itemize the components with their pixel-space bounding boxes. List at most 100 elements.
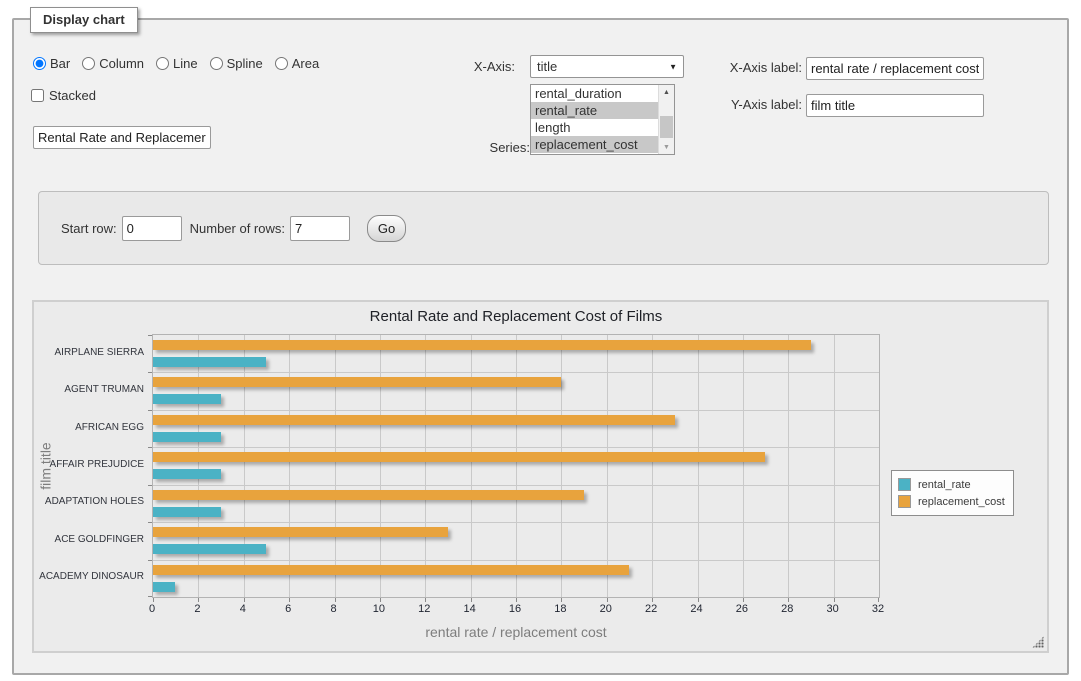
tick-mark-x-26 xyxy=(743,598,744,602)
scroll-up-icon[interactable]: ▲ xyxy=(659,85,674,99)
series-scrollbar[interactable]: ▲ ▼ xyxy=(658,85,674,154)
chart-type-text-bar: Bar xyxy=(50,56,70,71)
tick-mark-x-28 xyxy=(788,598,789,602)
series-option-rental_rate[interactable]: rental_rate xyxy=(531,102,659,119)
gridline-x-14 xyxy=(471,335,472,597)
category-label-0: AIRPLANE SIERRA xyxy=(34,347,144,358)
gridline-x-16 xyxy=(516,335,517,597)
tick-mark-x-4 xyxy=(244,598,245,602)
chart-type-option-area: Area xyxy=(275,56,319,71)
series-listbox[interactable]: rental_durationrental_ratelengthreplacem… xyxy=(530,84,675,155)
tick-mark-x-20 xyxy=(607,598,608,602)
fieldset-legend: Display chart xyxy=(30,7,138,33)
x-tick-label-30: 30 xyxy=(813,603,853,615)
x-tick-label-4: 4 xyxy=(223,603,263,615)
x-axis-select-label: X-Axis: xyxy=(459,59,515,74)
chart-type-text-line: Line xyxy=(173,56,198,71)
series-label: Series: xyxy=(444,140,530,155)
stacked-label: Stacked xyxy=(49,88,96,103)
category-label-3: AFFAIR PREJUDICE xyxy=(34,459,144,470)
gridline-x-30 xyxy=(834,335,835,597)
tick-mark-x-12 xyxy=(425,598,426,602)
chart-panel: Rental Rate and Replacement Cost of Film… xyxy=(32,300,1049,653)
gridline-x-22 xyxy=(652,335,653,597)
go-button[interactable]: Go xyxy=(367,215,406,242)
x-tick-label-0: 0 xyxy=(132,603,172,615)
chart-type-radio-bar[interactable] xyxy=(33,57,46,70)
series-option-rental_duration[interactable]: rental_duration xyxy=(531,85,659,102)
gridline-y-5 xyxy=(153,522,879,523)
x-axis-label-input[interactable] xyxy=(806,57,984,80)
page: Display chart BarColumnLineSplineArea St… xyxy=(0,0,1081,681)
chart-type-text-column: Column xyxy=(99,56,144,71)
bar-rental_rate-adaptation-holes xyxy=(153,507,221,517)
tick-mark-x-22 xyxy=(652,598,653,602)
gridline-y-6 xyxy=(153,560,879,561)
gridline-y-2 xyxy=(153,410,879,411)
start-row-input[interactable] xyxy=(122,216,182,241)
stacked-checkbox[interactable] xyxy=(31,89,44,102)
bar-replacement_cost-adaptation-holes xyxy=(153,490,584,500)
chart-type-text-area: Area xyxy=(292,56,319,71)
tick-mark-x-14 xyxy=(471,598,472,602)
scroll-down-icon[interactable]: ▼ xyxy=(659,140,674,154)
x-tick-label-8: 8 xyxy=(314,603,354,615)
row-range-panel: Start row: Number of rows: Go xyxy=(38,191,1049,265)
y-axis-label-label: Y-Axis label: xyxy=(714,97,802,112)
tick-mark-y-0 xyxy=(148,335,152,336)
tick-mark-x-8 xyxy=(335,598,336,602)
tick-mark-x-18 xyxy=(561,598,562,602)
bar-rental_rate-agent-truman xyxy=(153,394,221,404)
chart-title-input[interactable] xyxy=(33,126,211,149)
x-tick-label-28: 28 xyxy=(767,603,807,615)
chart-type-option-line: Line xyxy=(156,56,198,71)
number-of-rows-label: Number of rows: xyxy=(190,221,285,236)
x-tick-label-18: 18 xyxy=(540,603,580,615)
y-axis-label-input[interactable] xyxy=(806,94,984,117)
tick-mark-x-0 xyxy=(153,598,154,602)
chart-type-option-column: Column xyxy=(82,56,144,71)
legend-label-rental_rate: rental_rate xyxy=(918,479,971,491)
bar-replacement_cost-affair-prejudice xyxy=(153,452,765,462)
bar-rental_rate-airplane-sierra xyxy=(153,357,266,367)
x-tick-label-26: 26 xyxy=(722,603,762,615)
bar-replacement_cost-african-egg xyxy=(153,415,675,425)
stacked-row: Stacked xyxy=(31,88,96,103)
x-tick-label-22: 22 xyxy=(631,603,671,615)
bar-rental_rate-ace-goldfinger xyxy=(153,544,266,554)
chart-type-radio-line[interactable] xyxy=(156,57,169,70)
start-row-label: Start row: xyxy=(61,221,117,236)
x-tick-label-2: 2 xyxy=(177,603,217,615)
chart-type-radio-spline[interactable] xyxy=(210,57,223,70)
bar-replacement_cost-ace-goldfinger xyxy=(153,527,448,537)
x-tick-label-16: 16 xyxy=(495,603,535,615)
series-options: rental_durationrental_ratelengthreplacem… xyxy=(531,85,659,154)
chart-type-radio-column[interactable] xyxy=(82,57,95,70)
x-axis-select[interactable]: title ▼ xyxy=(530,55,684,78)
series-option-length[interactable]: length xyxy=(531,119,659,136)
chart-type-radio-area[interactable] xyxy=(275,57,288,70)
resize-handle-icon[interactable] xyxy=(1032,636,1044,648)
x-tick-label-20: 20 xyxy=(586,603,626,615)
gridline-x-20 xyxy=(607,335,608,597)
bar-rental_rate-affair-prejudice xyxy=(153,469,221,479)
gridline-y-3 xyxy=(153,447,879,448)
tick-mark-y-1 xyxy=(148,372,152,373)
gridline-x-2 xyxy=(198,335,199,597)
x-tick-label-14: 14 xyxy=(450,603,490,615)
x-tick-label-12: 12 xyxy=(404,603,444,615)
display-chart-fieldset: Display chart BarColumnLineSplineArea St… xyxy=(12,18,1069,675)
series-option-replacement_cost[interactable]: replacement_cost xyxy=(531,136,659,153)
chart-title: Rental Rate and Replacement Cost of Film… xyxy=(152,308,880,325)
gridline-x-12 xyxy=(425,335,426,597)
category-label-1: AGENT TRUMAN xyxy=(34,384,144,395)
gridline-x-4 xyxy=(244,335,245,597)
tick-mark-y-2 xyxy=(148,410,152,411)
bar-rental_rate-african-egg xyxy=(153,432,221,442)
scrollbar-thumb[interactable] xyxy=(660,116,673,138)
gridline-x-6 xyxy=(289,335,290,597)
number-of-rows-input[interactable] xyxy=(290,216,350,241)
x-axis-label-label: X-Axis label: xyxy=(714,60,802,75)
chart-type-group: BarColumnLineSplineArea xyxy=(33,56,319,71)
tick-mark-y-6 xyxy=(148,560,152,561)
